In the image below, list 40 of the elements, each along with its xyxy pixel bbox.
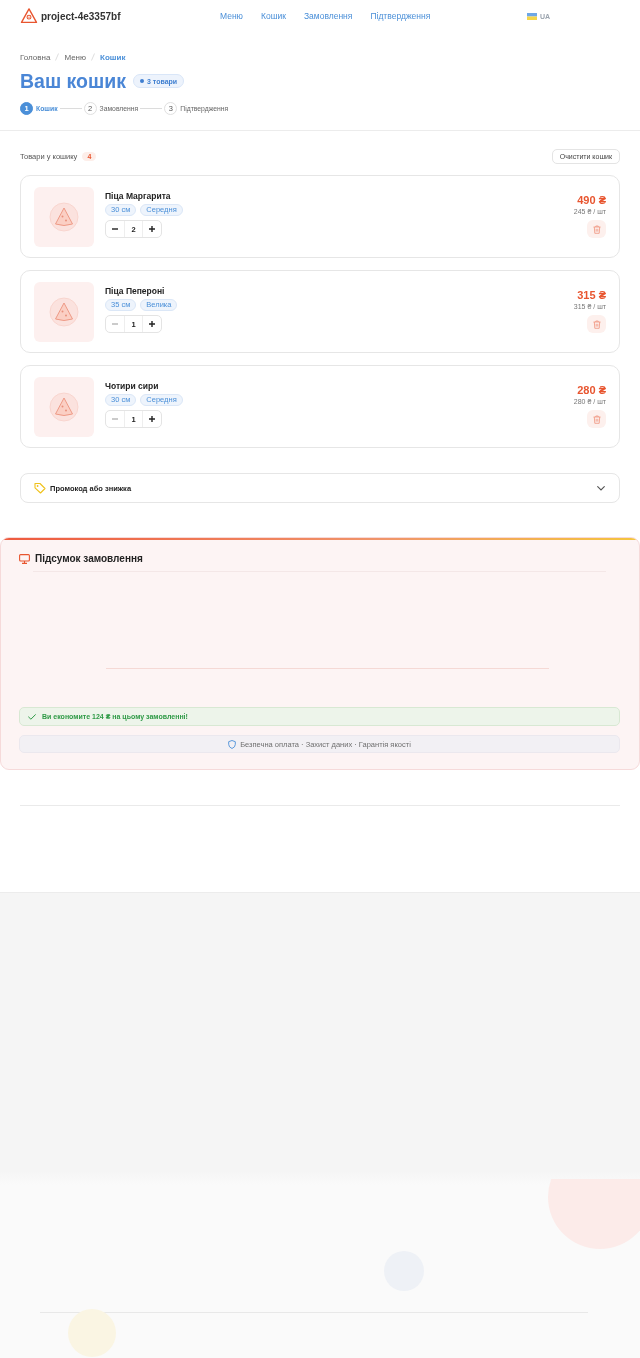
trash-icon [592,319,601,329]
plus-icon [149,321,155,327]
logo-text: project-4e3357bf [41,10,121,22]
plus-icon [149,416,155,422]
product-name: Піца Пепероні [105,286,165,297]
dot-icon [140,79,144,83]
monitor-icon [19,553,30,564]
breadcrumb-link[interactable]: Головна [20,52,51,62]
pizza-slice-icon [49,202,79,232]
trash-icon [592,224,601,234]
page-title: Ваш кошик [20,69,126,94]
product-name: Піца Маргарита [105,191,171,202]
flag-icon [527,12,537,20]
pizza-slice-icon [49,297,79,327]
slash-icon [91,53,96,61]
pizza-slice-icon [49,392,79,422]
check-icon [28,713,36,720]
delete-button[interactable] [587,220,606,238]
plus-icon [149,226,155,232]
delete-button[interactable] [587,410,606,428]
item-price: 490 ₴ [577,193,606,207]
trash-icon [592,414,601,424]
product-name: Чотири сири [105,381,159,392]
logo-icon [20,7,38,25]
delete-button[interactable] [587,315,606,333]
summary-title: Підсумок замовлення [35,552,143,565]
tag-icon [34,482,46,494]
nav-link[interactable]: Меню [220,11,243,21]
breadcrumb-link[interactable]: Меню [64,52,87,62]
item-price: 315 ₴ [577,288,606,302]
breadcrumb-current[interactable]: Кошик [100,52,126,62]
shield-icon [228,739,237,749]
nav-link[interactable]: Підтвердження [370,11,431,21]
nav-link[interactable]: Кошик [261,11,286,21]
minus-icon [112,228,118,230]
slash-icon [55,53,60,61]
minus-icon [112,323,118,325]
item-price: 280 ₴ [577,383,606,397]
nav-link[interactable]: Замовлення [303,11,353,21]
minus-icon [112,418,118,420]
